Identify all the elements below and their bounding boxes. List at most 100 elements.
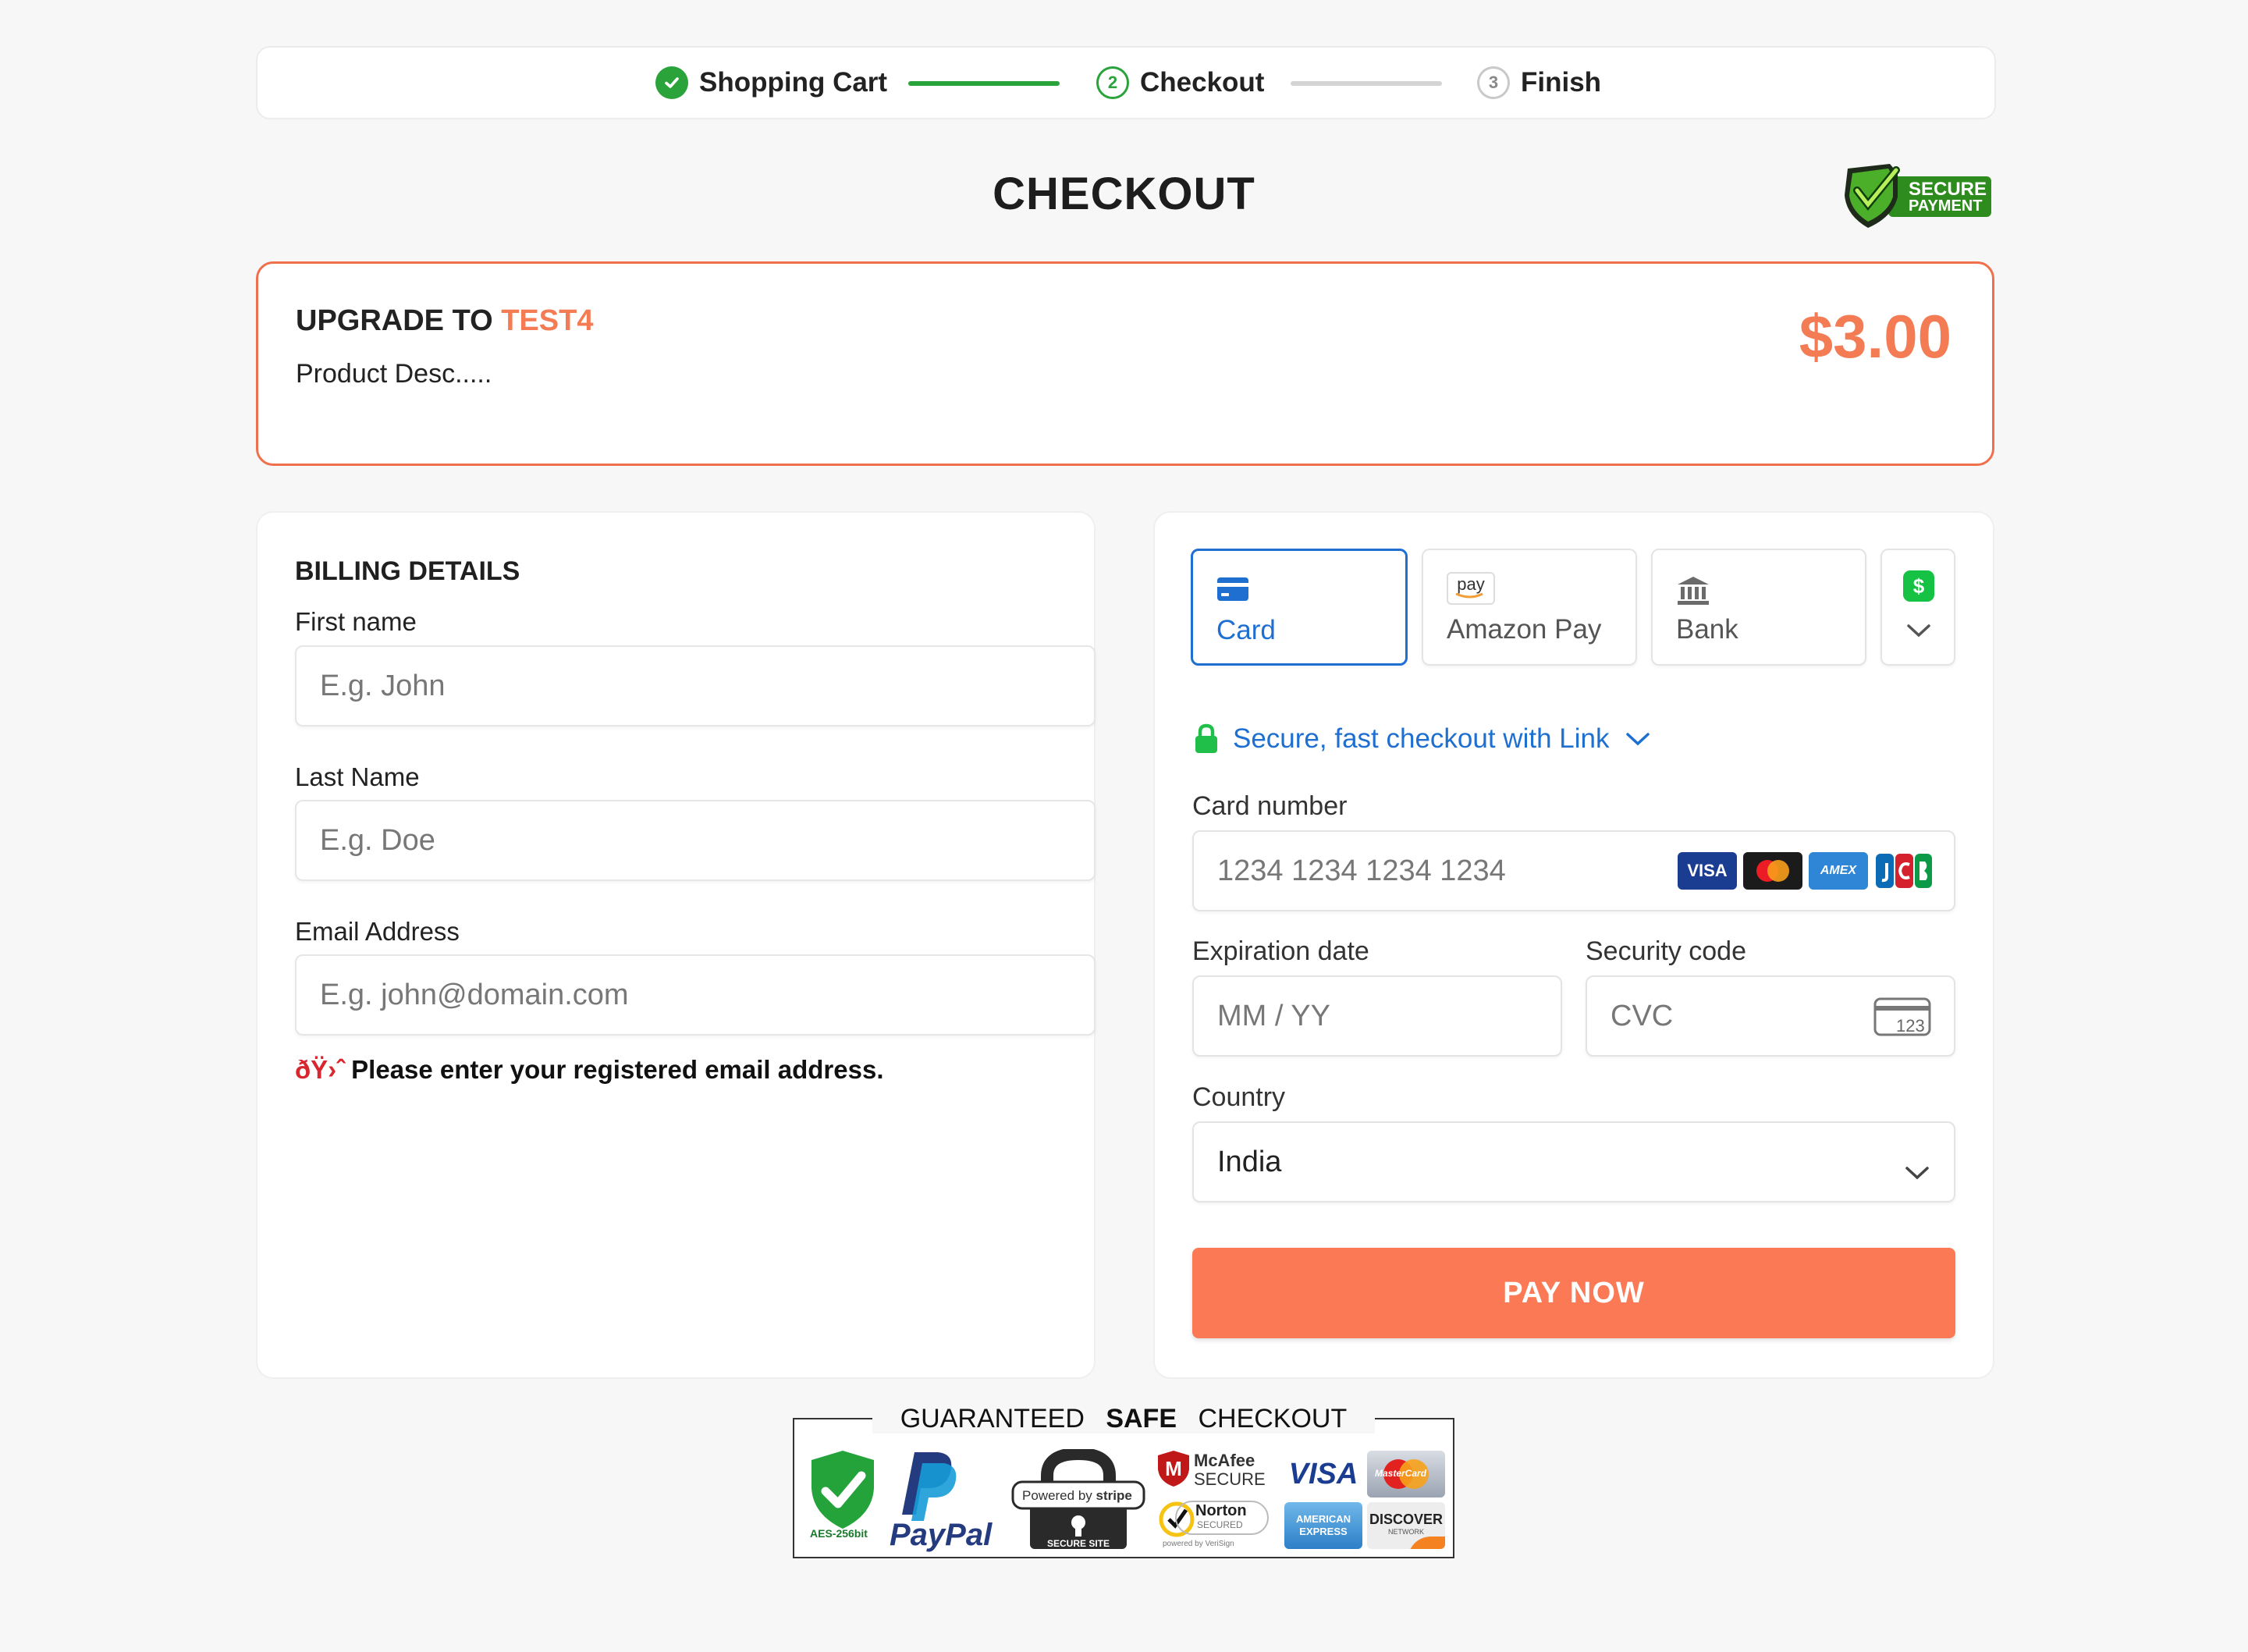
cvc-card-icon: 123 — [1873, 996, 1935, 1047]
link-checkout-text: Secure, fast checkout with Link — [1233, 723, 1610, 754]
info-glyph: ðŸ›ˆ — [295, 1055, 346, 1084]
mastercard-logo — [1743, 852, 1802, 890]
first-name-input[interactable] — [295, 645, 1096, 727]
stripe-brand-label: stripe — [1096, 1488, 1132, 1503]
stripe-secure-seal: Powered by stripe SECURE SITE — [1011, 1447, 1145, 1551]
step-label: Shopping Cart — [699, 67, 888, 98]
jcb-logo — [1874, 852, 1934, 890]
link-checkout-toggle[interactable]: Secure, fast checkout with Link — [1194, 723, 1651, 755]
cvc-icon-text: 123 — [1896, 1016, 1925, 1036]
product-title-prefix: UPGRADE TO — [296, 304, 502, 337]
badge-line-1: SECURE — [1909, 179, 1987, 200]
product-title: UPGRADE TO TEST4 — [296, 304, 593, 338]
email-hint: ðŸ›ˆ Please enter your registered email a… — [295, 1055, 884, 1085]
discover-sub-text: NETWORK — [1388, 1528, 1424, 1536]
amex-brand: AMERICAN EXPRESS — [1284, 1502, 1362, 1549]
tab-label: Amazon Pay — [1447, 614, 1602, 645]
expiry-input[interactable]: MM / YY — [1192, 975, 1562, 1057]
payment-tab-more[interactable]: $ — [1880, 549, 1955, 666]
step-checkout[interactable]: 2 Checkout — [1096, 48, 1264, 118]
payment-tab-card[interactable]: Card — [1191, 549, 1408, 666]
step-label: Finish — [1521, 67, 1602, 98]
badge-line-2: PAYMENT — [1909, 197, 1983, 215]
email-input[interactable] — [295, 954, 1096, 1036]
payment-tab-amazon-pay[interactable]: pay Amazon Pay — [1422, 549, 1637, 666]
first-name-label: First name — [295, 607, 417, 636]
guarantee-title-post: CHECKOUT — [1177, 1404, 1362, 1434]
last-name-input[interactable] — [295, 800, 1096, 881]
pay-now-button[interactable]: PAY NOW — [1192, 1248, 1955, 1338]
mastercard-brand: MasterCard — [1367, 1451, 1445, 1497]
cvc-input[interactable]: CVC 123 — [1586, 975, 1955, 1057]
guaranteed-safe-checkout: AES-256bit PayPal Powered by stripe SECU… — [793, 1404, 1454, 1558]
paypal-logo: PayPal — [890, 1448, 992, 1552]
step-finish[interactable]: 3 Finish — [1477, 48, 1601, 118]
paypal-text: PayPal — [890, 1518, 993, 1552]
secure-payment-badge: SECURE PAYMENT — [1841, 161, 1993, 231]
bank-icon — [1676, 575, 1710, 610]
guarantee-title-pre: GUARANTEED — [886, 1404, 1106, 1434]
chevron-down-icon — [1904, 1156, 1930, 1189]
step-number-icon: 3 — [1477, 66, 1510, 99]
trust-seals-box: AES-256bit PayPal Powered by stripe SECU… — [793, 1418, 1454, 1558]
visa-brand: VISA — [1284, 1451, 1362, 1497]
amazon-pay-mark: pay — [1457, 574, 1485, 594]
last-name-label: Last Name — [295, 762, 420, 791]
payment-tab-bank[interactable]: Bank — [1651, 549, 1866, 666]
visa-logo: VISA — [1678, 852, 1737, 890]
step-label: Checkout — [1140, 67, 1265, 98]
amex-logo: AMEX — [1809, 852, 1868, 890]
discover-brand: DISCOVER NETWORK — [1367, 1502, 1445, 1549]
step-connector-complete — [908, 81, 1060, 86]
stripe-secure-text: SECURE SITE — [1047, 1538, 1110, 1549]
mcafee-secure-text: SECURE — [1194, 1469, 1266, 1489]
checkout-stepper: Shopping Cart 2 Checkout 3 Finish — [256, 46, 1996, 119]
aes-text: AES-256bit — [810, 1527, 868, 1540]
card-number-input[interactable]: 1234 1234 1234 1234 VISA AMEX — [1192, 830, 1955, 911]
discover-text: DISCOVER — [1369, 1512, 1444, 1527]
country-label: Country — [1192, 1082, 1286, 1112]
guarantee-title: GUARANTEED SAFE CHECKOUT — [793, 1404, 1454, 1434]
card-icon — [1216, 576, 1249, 606]
norton-text: Norton — [1195, 1502, 1247, 1519]
svg-text:M: M — [1165, 1457, 1182, 1480]
cvc-label: Security code — [1586, 936, 1746, 966]
amex-line-1: AMERICAN — [1295, 1513, 1351, 1525]
visa-logo-text: VISA — [1687, 861, 1728, 880]
tab-label: Card — [1216, 615, 1276, 645]
product-summary: UPGRADE TO TEST4 Product Desc..... $3.00 — [256, 261, 1994, 466]
billing-title: BILLING DETAILS — [295, 556, 520, 586]
step-shopping-cart[interactable]: Shopping Cart — [655, 48, 887, 118]
guarantee-title-bold: SAFE — [1106, 1404, 1177, 1434]
step-number-icon: 2 — [1096, 66, 1129, 99]
email-hint-text: Please enter your registered email addre… — [351, 1055, 884, 1084]
svg-text:$: $ — [1913, 574, 1925, 598]
chevron-down-icon — [1905, 622, 1932, 643]
mcafee-text: McAfee — [1194, 1451, 1255, 1470]
cvc-placeholder: CVC — [1611, 999, 1674, 1032]
mcafee-norton-seals: M McAfee SECURE Norton SECURED powered b… — [1155, 1449, 1272, 1551]
product-price: $3.00 — [1799, 302, 1951, 371]
card-number-placeholder: 1234 1234 1234 1234 — [1217, 854, 1506, 887]
aes-shield-icon: AES-256bit — [805, 1448, 880, 1540]
product-plan-name: TEST4 — [501, 304, 594, 337]
norton-verisign-text: powered by VeriSign — [1163, 1540, 1234, 1548]
country-select[interactable]: India — [1192, 1121, 1955, 1203]
chevron-down-icon — [1625, 730, 1651, 748]
mcafee-shield-icon: M — [1158, 1451, 1189, 1487]
expiry-label: Expiration date — [1192, 936, 1369, 966]
amex-logo-text: AMEX — [1820, 864, 1857, 877]
cash-app-icon: $ — [1903, 570, 1934, 606]
email-label: Email Address — [295, 917, 460, 946]
card-brands-grid: VISA MasterCard AMERICAN EXPRESS DISCOVER… — [1284, 1449, 1447, 1551]
stripe-powered-text: Powered by stripe — [1022, 1488, 1132, 1504]
step-connector-pending — [1291, 81, 1442, 86]
amex-line-2: EXPRESS — [1299, 1526, 1348, 1537]
billing-panel: BILLING DETAILS First name Last Name Ema… — [256, 511, 1096, 1379]
amazon-pay-icon: pay — [1447, 572, 1495, 605]
mastercard-text: MasterCard — [1375, 1468, 1427, 1479]
country-value: India — [1217, 1145, 1282, 1178]
stripe-powered-label: Powered by — [1022, 1488, 1092, 1503]
card-number-label: Card number — [1192, 791, 1348, 821]
norton-secured-text: SECURED — [1197, 1519, 1243, 1530]
